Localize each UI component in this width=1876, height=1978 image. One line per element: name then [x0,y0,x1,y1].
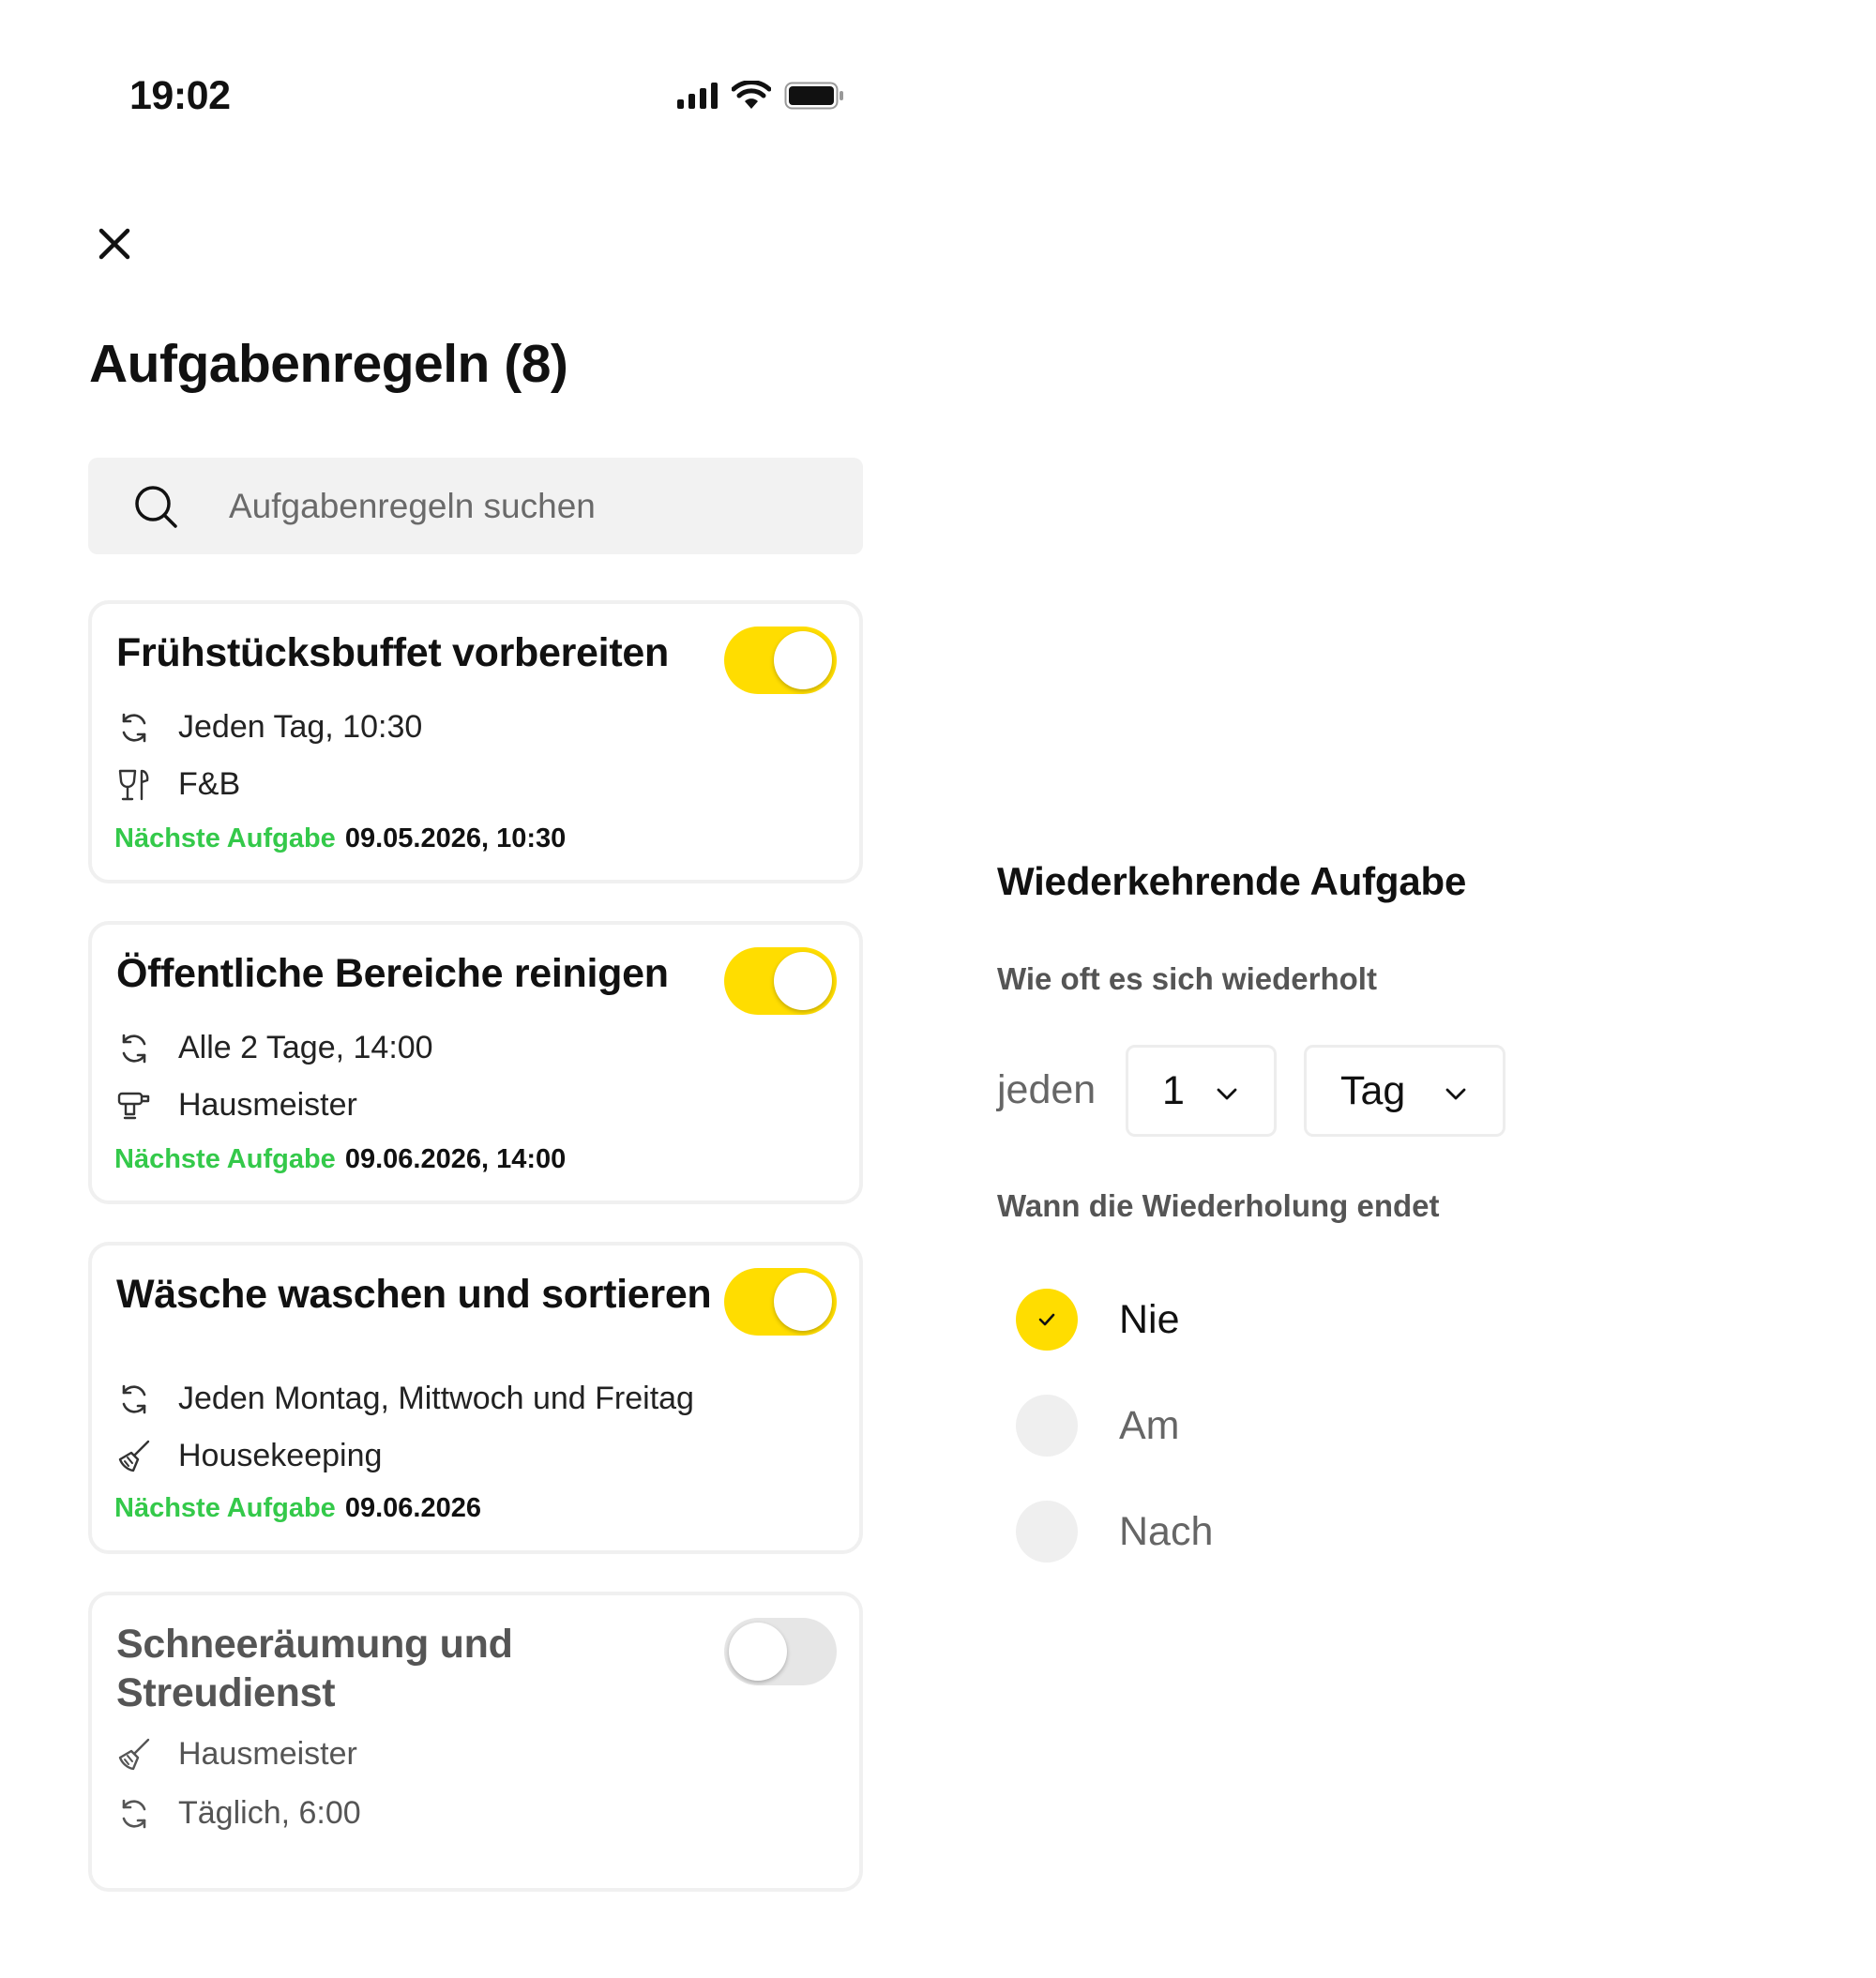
rule-schedule-row: Täglich, 6:00 [116,1795,361,1832]
broom-icon [118,1738,150,1770]
rule-department-row: Housekeeping [116,1438,382,1474]
unit-select[interactable]: Tag [1304,1045,1505,1137]
rule-schedule-row: Alle 2 Tage, 14:00 [116,1030,433,1066]
end-option-label: Nach [1119,1508,1214,1554]
chevron-down-icon [1217,1088,1237,1100]
status-icons [677,81,844,111]
rule-next-task: Nächste Aufgabe 09.06.2026, 14:00 [114,1144,566,1175]
end-label: Wann die Wiederholung endet [997,1188,1440,1223]
rule-title: Wäsche waschen und sortieren [116,1272,712,1317]
end-option-after[interactable]: Nach [1016,1501,1213,1563]
toggle-knob [774,631,832,689]
rule-department-row: F&B [116,766,240,803]
search-icon [135,486,177,528]
wifi-icon [732,81,771,109]
rule-title: Schneeräumung und Streudienst [116,1622,513,1715]
next-task-date: 09.06.2026 [344,1493,481,1523]
rule-title: Frühstücksbuffet vorbereiten [116,630,669,675]
status-time: 19:02 [129,73,231,118]
drill-icon [117,1092,150,1119]
repeat-icon [122,1384,146,1413]
frequency-label: Wie oft es sich wiederholt [997,961,1377,996]
rule-toggle[interactable] [724,627,837,694]
rule-department-row: Hausmeister [116,1736,357,1773]
next-task-date: 09.06.2026, 14:00 [344,1144,567,1174]
signal-icon [677,83,718,109]
radio-checked[interactable] [1016,1289,1078,1351]
broom-icon [118,1440,150,1472]
rule-title: Öffentliche Bereiche reinigen [116,951,669,996]
repeat-icon [122,1034,146,1063]
next-task-label: Nächste Aufgabe [114,1144,336,1174]
battery-icon [784,82,843,110]
page-title: Aufgabenregeln (8) [89,334,568,394]
close-button[interactable] [94,223,135,264]
rule-next-task: Nächste Aufgabe 09.06.2026 [114,1493,481,1524]
rule-schedule: Täglich, 6:00 [178,1795,361,1831]
rule-department: Housekeeping [178,1438,383,1473]
search-input[interactable] [229,458,829,554]
rule-department-row: Hausmeister [116,1087,357,1124]
interval-select[interactable]: 1 [1126,1045,1277,1137]
rule-card[interactable]: Öffentliche Bereiche reinigen Alle 2 Tag… [88,921,863,1204]
search-bar[interactable] [88,458,863,554]
toggle-knob [774,952,832,1010]
rule-next-task: Nächste Aufgabe 09.05.2026, 10:30 [114,823,566,854]
next-task-label: Nächste Aufgabe [114,1493,336,1523]
check-icon [1038,1313,1055,1326]
rule-card[interactable]: Schneeräumung und Streudienst Hausmeiste… [88,1592,863,1892]
interval-value: 1 [1162,1067,1185,1113]
radio-unchecked[interactable] [1016,1395,1078,1457]
rule-toggle[interactable] [724,1268,837,1336]
unit-value: Tag [1340,1067,1406,1113]
every-label: jeden [997,1067,1097,1112]
rule-schedule-row: Jeden Montag, Mittwoch und Freitag [116,1381,694,1417]
next-task-label: Nächste Aufgabe [114,823,336,853]
repeat-icon [122,713,146,742]
chevron-down-icon [1445,1088,1466,1100]
repeat-icon [122,1799,146,1828]
end-option-on[interactable]: Am [1016,1395,1180,1457]
toggle-knob [774,1273,832,1331]
end-option-label: Nie [1119,1296,1180,1342]
toggle-knob [729,1623,787,1681]
rule-toggle[interactable] [724,1618,837,1685]
recurrence-title: Wiederkehrende Aufgabe [997,859,1467,903]
rule-card[interactable]: Wäsche waschen und sortieren Jeden Monta… [88,1242,863,1554]
rule-department: Hausmeister [178,1736,357,1772]
close-icon [98,228,130,260]
rule-schedule: Jeden Tag, 10:30 [178,709,423,745]
end-option-label: Am [1119,1402,1180,1448]
rule-department: Hausmeister [178,1087,357,1123]
rule-card[interactable]: Frühstücksbuffet vorbereiten Jeden Tag, … [88,600,863,883]
rule-schedule: Alle 2 Tage, 14:00 [178,1030,433,1065]
end-option-never[interactable]: Nie [1016,1289,1180,1351]
next-task-date: 09.05.2026, 10:30 [344,823,567,853]
rule-toggle[interactable] [724,947,837,1015]
radio-unchecked[interactable] [1016,1501,1078,1563]
rule-department: F&B [178,766,241,802]
rule-schedule-row: Jeden Tag, 10:30 [116,709,422,746]
wine-cutlery-icon [118,769,149,800]
rule-schedule: Jeden Montag, Mittwoch und Freitag [178,1381,694,1416]
